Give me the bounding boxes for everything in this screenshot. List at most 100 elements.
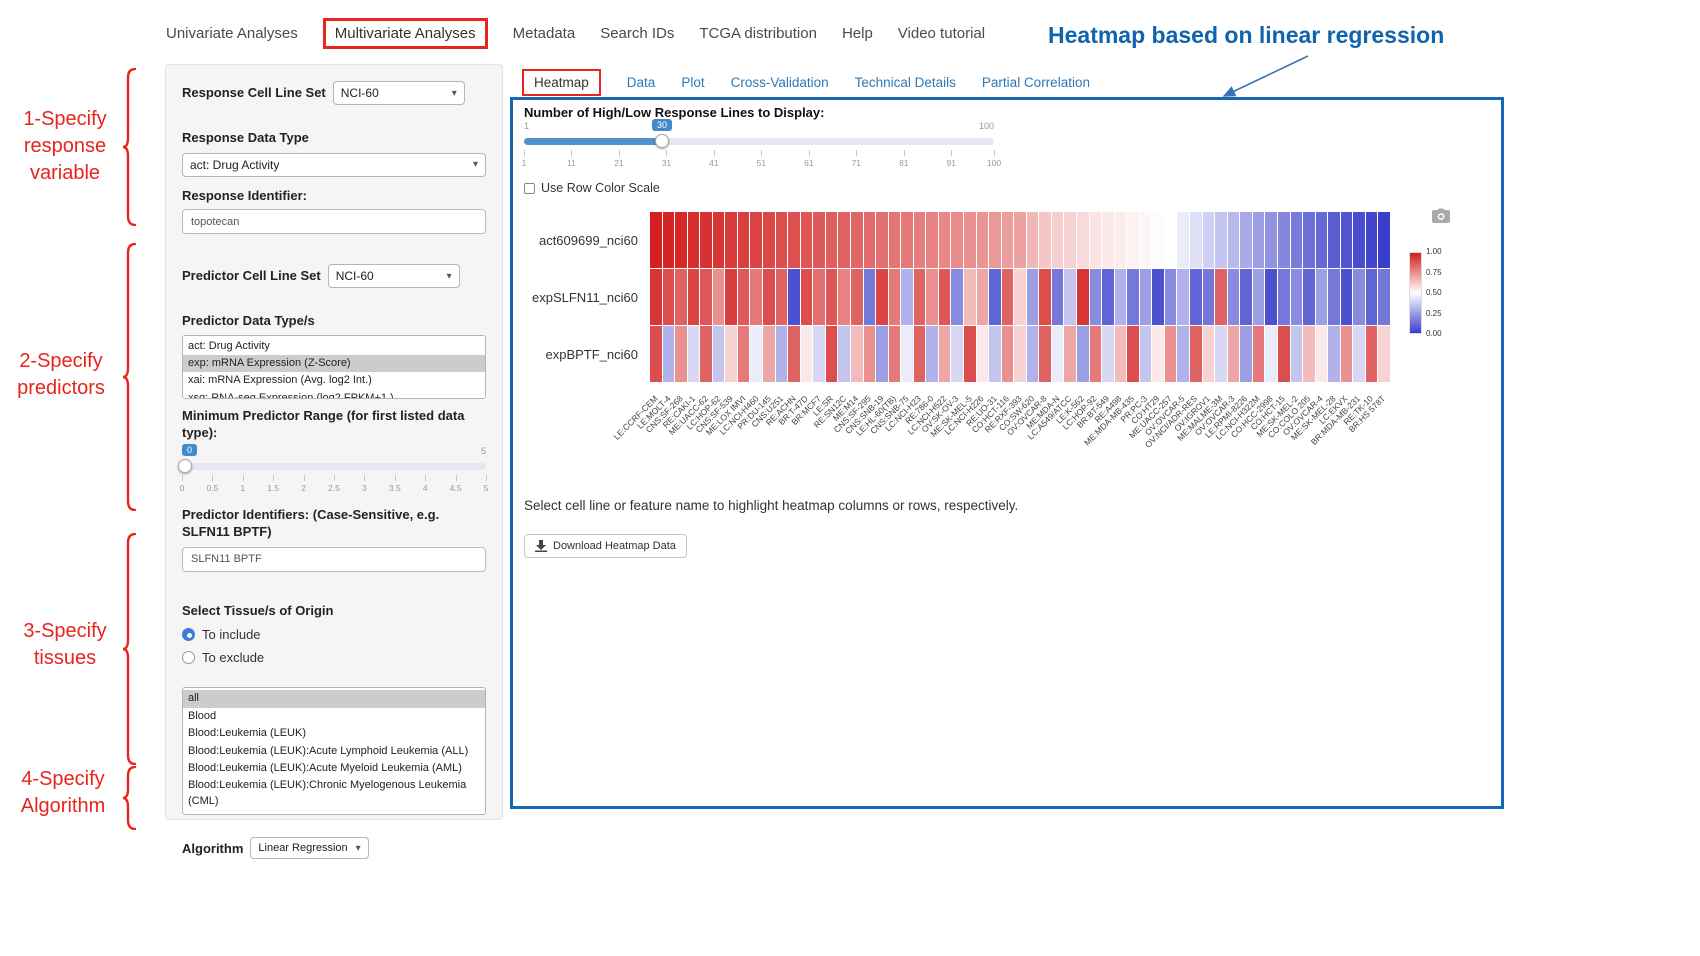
lines-slider[interactable]: 1 100 30 1112131415161718191100 bbox=[524, 121, 994, 173]
heatmap-cell bbox=[1152, 326, 1164, 382]
heatmap-cell bbox=[1165, 212, 1177, 268]
annotation-step-4: 4-Specify Algorithm bbox=[8, 766, 118, 820]
nav-item-multivariate-analyses[interactable]: Multivariate Analyses bbox=[323, 18, 488, 49]
row-color-scale-row: Use Row Color Scale bbox=[524, 181, 660, 195]
tissue-option[interactable]: Blood:Leukemia (LEUK) bbox=[183, 725, 485, 742]
nav-item-univariate-analyses[interactable]: Univariate Analyses bbox=[166, 25, 298, 42]
tab-cross-validation[interactable]: Cross-Validation bbox=[731, 75, 829, 90]
heatmap-cell bbox=[926, 212, 938, 268]
slider-track[interactable] bbox=[182, 463, 486, 470]
nav-item-video-tutorial[interactable]: Video tutorial bbox=[898, 25, 985, 42]
heatmap-cell bbox=[1014, 269, 1026, 325]
heatmap-row-label[interactable]: expBPTF_nci60 bbox=[513, 326, 646, 383]
download-heatmap-button[interactable]: Download Heatmap Data bbox=[524, 534, 687, 558]
heatmap-panel: Number of High/Low Response Lines to Dis… bbox=[510, 97, 1504, 809]
slider-track[interactable] bbox=[524, 138, 994, 145]
predictor-cell-line-set-select[interactable]: NCI-60 ▾ bbox=[328, 264, 460, 288]
heatmap-helper-text: Select cell line or feature name to high… bbox=[524, 498, 1018, 513]
heatmap-row-label[interactable]: act609699_nci60 bbox=[513, 212, 646, 269]
slider-grid-label: 2.5 bbox=[328, 483, 340, 493]
heatmap-cell bbox=[851, 269, 863, 325]
heatmap-cell bbox=[1002, 212, 1014, 268]
heatmap-cell bbox=[1127, 269, 1139, 325]
algorithm-select[interactable]: Linear Regression ▾ bbox=[250, 837, 368, 859]
heatmap-cell bbox=[1152, 212, 1164, 268]
min-predictor-range-slider[interactable]: 0 5 00.511.522.533.544.55 bbox=[182, 446, 486, 498]
predictor-data-type-option[interactable]: xsq: RNA-seq Expression (log2 FPKM+1.) bbox=[183, 390, 485, 399]
heatmap-cell bbox=[1328, 326, 1340, 382]
tissue-list: allBloodBlood:Leukemia (LEUK)Blood:Leuke… bbox=[182, 687, 486, 815]
nav-item-help[interactable]: Help bbox=[842, 25, 873, 42]
response-cell-line-set-label: Response Cell Line Set bbox=[182, 84, 326, 102]
tab-data[interactable]: Data bbox=[627, 75, 656, 90]
tissue-option[interactable]: Blood:Leukemia (LEUK):Acute Lymphoid Leu… bbox=[183, 743, 485, 760]
tissue-option[interactable]: all bbox=[183, 690, 485, 707]
slider-grid-tick bbox=[273, 475, 274, 481]
slider-grid-tick bbox=[425, 475, 426, 481]
heatmap-cell bbox=[776, 212, 788, 268]
tissue-origin-label: Select Tissue/s of Origin bbox=[182, 602, 486, 620]
heatmap-cell bbox=[813, 326, 825, 382]
slider-handle[interactable] bbox=[655, 134, 669, 148]
tab-partial-correlation[interactable]: Partial Correlation bbox=[982, 75, 1090, 90]
heatmap-cell bbox=[700, 269, 712, 325]
row-color-scale-checkbox[interactable] bbox=[524, 183, 535, 194]
tissue-exclude-label: To exclude bbox=[202, 650, 264, 665]
predictor-identifiers-input[interactable] bbox=[182, 547, 486, 572]
heatmap-cell bbox=[1240, 212, 1252, 268]
camera-icon[interactable] bbox=[1431, 208, 1451, 229]
heatmap-cell bbox=[1115, 326, 1127, 382]
predictor-data-type-option[interactable]: act: Drug Activity bbox=[183, 338, 485, 355]
heatmap-cell bbox=[1140, 326, 1152, 382]
response-data-type-select[interactable]: act: Drug Activity ▾ bbox=[182, 153, 486, 177]
nav-item-search-ids[interactable]: Search IDs bbox=[600, 25, 674, 42]
tissue-option[interactable]: Blood bbox=[183, 708, 485, 725]
slider-grid-tick bbox=[243, 475, 244, 481]
heatmap-cell bbox=[1316, 269, 1328, 325]
heatmap-cell bbox=[788, 269, 800, 325]
heatmap-cell bbox=[763, 269, 775, 325]
heatmap-cell bbox=[1140, 269, 1152, 325]
heatmap-cell bbox=[1039, 269, 1051, 325]
response-identifier-input[interactable] bbox=[182, 209, 486, 234]
heatmap-cell bbox=[876, 326, 888, 382]
tissue-option[interactable]: Blood:Leukemia (LEUK):Chronic Myelogenou… bbox=[183, 777, 485, 810]
slider-grid-label: 4.5 bbox=[450, 483, 462, 493]
heatmap-cell bbox=[663, 326, 675, 382]
nav-item-metadata[interactable]: Metadata bbox=[513, 25, 576, 42]
heatmap-cell bbox=[1303, 326, 1315, 382]
heatmap-cell bbox=[713, 269, 725, 325]
tissue-include-radio[interactable]: To include bbox=[182, 627, 486, 642]
nav-item-tcga-distribution[interactable]: TCGA distribution bbox=[699, 25, 817, 42]
heatmap-row-label[interactable]: expSLFN11_nci60 bbox=[513, 269, 646, 326]
heatmap-cell bbox=[1052, 269, 1064, 325]
heatmap-cell bbox=[713, 326, 725, 382]
tab-plot[interactable]: Plot bbox=[681, 75, 704, 90]
heatmap-cell bbox=[977, 269, 989, 325]
heatmap-cell bbox=[926, 269, 938, 325]
heatmap-cell bbox=[939, 326, 951, 382]
heatmap-cell bbox=[1190, 269, 1202, 325]
heatmap-cell bbox=[977, 212, 989, 268]
tissue-exclude-radio[interactable]: To exclude bbox=[182, 650, 486, 665]
heatmap-cell bbox=[788, 212, 800, 268]
slider-grid-tick bbox=[304, 475, 305, 481]
tab-technical-details[interactable]: Technical Details bbox=[855, 75, 956, 90]
predictor-data-type-option[interactable]: xai: mRNA Expression (Avg. log2 Int.) bbox=[183, 372, 485, 389]
response-cell-line-set-select[interactable]: NCI-60 ▾ bbox=[333, 81, 465, 105]
heatmap-cell bbox=[813, 212, 825, 268]
predictor-data-type-option[interactable]: exp: mRNA Expression (Z-Score) bbox=[183, 355, 485, 372]
slider-grid-tick bbox=[619, 150, 620, 156]
heatmap-cell bbox=[1203, 212, 1215, 268]
slider-min-label: 1 bbox=[524, 121, 529, 131]
slider-handle[interactable] bbox=[178, 459, 192, 473]
tab-heatmap[interactable]: Heatmap bbox=[522, 69, 601, 96]
heatmap-cell bbox=[1253, 269, 1265, 325]
heatmap-cell bbox=[1102, 326, 1114, 382]
top-nav: Univariate Analyses Multivariate Analyses… bbox=[166, 12, 985, 54]
tissue-option[interactable]: Blood:Leukemia (LEUK):Acute Myeloid Leuk… bbox=[183, 760, 485, 777]
slider-grid-tick bbox=[212, 475, 213, 481]
heatmap-cell bbox=[1039, 326, 1051, 382]
annotation-step-2: 2-Specify predictors bbox=[6, 348, 116, 402]
predictor-data-type-list: act: Drug Activityexp: mRNA Expression (… bbox=[182, 335, 486, 399]
